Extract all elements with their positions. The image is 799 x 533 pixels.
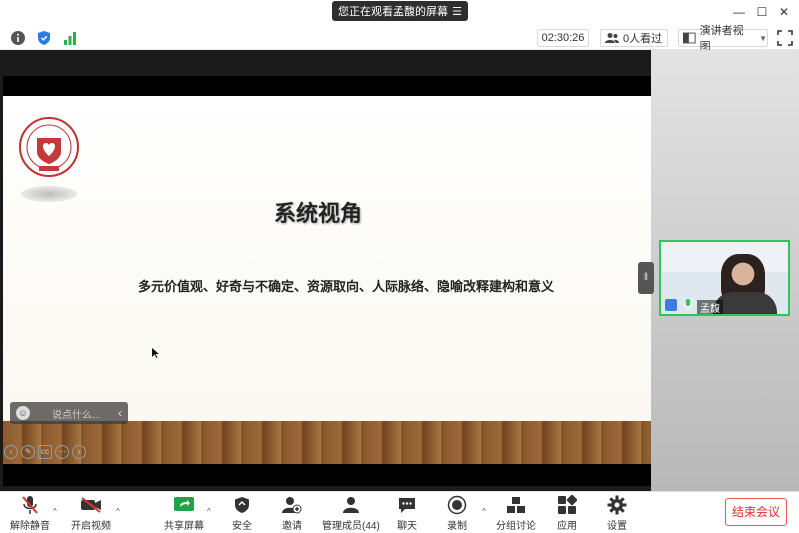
chat-label: 聊天 xyxy=(397,521,417,532)
next-slide-icon[interactable]: › xyxy=(72,445,86,459)
title-bar: 您正在观看孟馥的屏幕 ☰ — ☐ ✕ xyxy=(0,0,799,26)
minimize-icon[interactable]: — xyxy=(731,4,747,20)
mouse-cursor-icon xyxy=(152,348,159,358)
collapse-panel-handle[interactable]: ‖ xyxy=(638,262,654,294)
record-label: 录制 xyxy=(447,521,467,532)
shield-icon[interactable] xyxy=(36,30,52,46)
record-icon xyxy=(447,495,467,515)
institution-logo xyxy=(19,117,79,177)
share-screen-button[interactable]: 共享屏幕 xyxy=(164,494,204,532)
add-person-icon xyxy=(282,497,302,514)
menu-icon[interactable]: ☰ xyxy=(452,5,462,18)
invite-button[interactable]: 邀请 xyxy=(281,494,303,532)
slide-letterbox-bottom xyxy=(3,464,651,486)
gear-icon xyxy=(607,495,627,515)
settings-button[interactable]: 设置 xyxy=(606,494,628,532)
members-icon xyxy=(342,497,359,513)
share-banner[interactable]: 您正在观看孟馥的屏幕 ☰ xyxy=(332,1,468,21)
security-button[interactable]: 安全 xyxy=(231,494,253,532)
slide-letterbox-top xyxy=(3,76,651,96)
share-screen-label: 共享屏幕 xyxy=(164,521,204,532)
chevron-up-icon[interactable]: ^ xyxy=(53,507,57,516)
meeting-topbar: 02:30:26 0人看过 演讲者视图 ▼ xyxy=(0,25,799,53)
slide-title: 系统视角 xyxy=(273,201,362,226)
emoji-icon[interactable]: ☺ xyxy=(16,406,30,420)
participant-name: 孟馥 xyxy=(697,300,723,314)
apps-grid-icon xyxy=(558,495,577,514)
info-icon[interactable] xyxy=(10,30,26,46)
slide-subtitle: 多元价值观、好奇与不确定、资源取向、人际脉络、隐喻改释建构和意义 xyxy=(137,279,554,294)
settings-label: 设置 xyxy=(607,521,627,532)
people-icon xyxy=(605,33,619,43)
presenter-view-dropdown[interactable]: 演讲者视图 ▼ xyxy=(678,25,768,53)
apps-label: 应用 xyxy=(557,521,577,532)
person-icon xyxy=(665,299,677,311)
breakout-button[interactable]: 分组讨论 xyxy=(496,494,536,532)
breakout-rooms-icon xyxy=(507,497,525,513)
chevron-up-icon[interactable]: ^ xyxy=(482,507,486,516)
maximize-icon[interactable]: ☐ xyxy=(754,4,770,20)
fullscreen-icon[interactable] xyxy=(777,30,793,46)
unmute-label: 解除静音 xyxy=(10,521,50,532)
share-screen-icon xyxy=(174,497,194,511)
prev-slide-icon[interactable]: ‹ xyxy=(4,445,18,459)
chevron-up-icon[interactable]: ^ xyxy=(207,507,211,516)
more-icon[interactable]: ⋯ xyxy=(55,445,69,459)
manage-members-button[interactable]: 管理成员(44) xyxy=(322,494,380,532)
share-banner-text: 您正在观看孟馥的屏幕 xyxy=(338,6,448,18)
viewers-count[interactable]: 0人看过 xyxy=(600,29,668,47)
muted-microphone-icon xyxy=(22,496,38,514)
shared-screen-stage: 系统视角 多元价值观、好奇与不确定、资源取向、人际脉络、隐喻改释建构和意义 ☺ … xyxy=(0,50,651,491)
chevron-up-icon[interactable]: ^ xyxy=(116,507,120,516)
participant-video-thumbnail[interactable]: 孟馥 xyxy=(659,240,790,316)
chat-input-overlay[interactable]: ☺ 说点什么... ‹ xyxy=(10,402,128,424)
video-off-icon xyxy=(81,497,101,513)
pen-icon[interactable]: ✎ xyxy=(21,445,35,459)
start-video-label: 开启视频 xyxy=(71,521,111,532)
signal-icon[interactable] xyxy=(62,30,78,46)
close-icon[interactable]: ✕ xyxy=(776,4,792,20)
chevron-left-icon[interactable]: ‹ xyxy=(118,406,122,420)
invite-label: 邀请 xyxy=(282,521,302,532)
meeting-toolbar: 解除静音 ^ 开启视频 ^ 共享屏幕 ^ 安全 邀请 管理成员(44) 聊天 录… xyxy=(0,491,799,533)
chat-bubble-icon xyxy=(399,498,415,513)
security-label: 安全 xyxy=(232,521,252,532)
breakout-label: 分组讨论 xyxy=(496,521,536,532)
slide-controls: ‹ ✎ cc ⋯ › xyxy=(4,445,86,461)
captions-icon[interactable]: cc xyxy=(38,445,52,459)
chat-button[interactable]: 聊天 xyxy=(396,494,418,532)
chat-placeholder[interactable]: 说点什么... xyxy=(52,406,100,421)
wood-floor-decoration xyxy=(3,421,651,464)
layout-icon xyxy=(683,32,696,44)
microphone-icon xyxy=(683,299,693,311)
meeting-timer: 02:30:26 xyxy=(537,29,589,47)
manage-members-label: 管理成员(44) xyxy=(322,521,380,532)
security-shield-icon xyxy=(235,497,249,513)
apps-button[interactable]: 应用 xyxy=(556,494,578,532)
start-video-button[interactable]: 开启视频 xyxy=(71,494,111,532)
record-button[interactable]: 录制 xyxy=(446,494,468,532)
end-meeting-button[interactable]: 结束会议 xyxy=(725,498,787,526)
viewers-label: 0人看过 xyxy=(623,33,663,45)
chevron-down-icon: ▼ xyxy=(759,33,767,43)
unmute-button[interactable]: 解除静音 xyxy=(10,494,50,532)
